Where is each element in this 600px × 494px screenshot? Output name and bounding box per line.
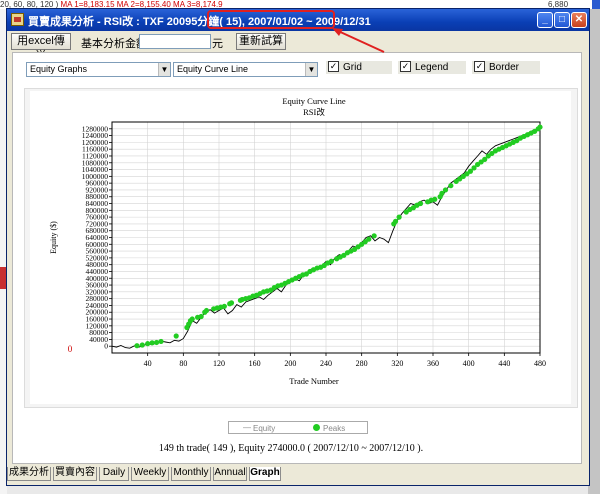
tab-graph[interactable]: Graph: [249, 467, 281, 481]
graph-type-select[interactable]: Equity Graphs ▼: [26, 62, 171, 77]
x-tick-label: 280: [356, 359, 368, 368]
graph-canvas: 0 40000 80000 120000 160000 200000 240000 28000…: [30, 91, 571, 404]
currency-unit-label: 元: [212, 38, 223, 50]
minimize-button[interactable]: _: [537, 12, 553, 28]
legend-equity-line-icon: —: [243, 423, 251, 432]
grid-checkbox[interactable]: ✓ Grid: [326, 61, 392, 74]
peak-point: [228, 300, 235, 306]
peak-point: [198, 313, 204, 320]
border-checkbox-label: Border: [489, 62, 520, 73]
chart-title: Equity Curve Line: [282, 96, 345, 106]
peak-point: [189, 316, 195, 322]
tab-weekly[interactable]: Weekly: [131, 467, 169, 481]
recalculate-button[interactable]: 重新試算: [236, 33, 286, 50]
chevron-down-icon: ▼: [158, 63, 170, 76]
chevron-down-icon: ▼: [305, 63, 317, 76]
excel-export-button[interactable]: 用excel傳送: [11, 33, 71, 62]
grid-checkbox-box[interactable]: ✓: [328, 61, 339, 73]
title-bar[interactable]: 買賣成果分析 - RSI改 : TXF 20095分鐘( 15), 2007/0…: [7, 9, 589, 31]
tab-results[interactable]: 成果分析: [7, 467, 51, 481]
legend-checkbox[interactable]: ✓ Legend: [398, 61, 466, 74]
peak-point: [328, 258, 334, 264]
peak-point: [139, 342, 145, 348]
peak-point: [145, 341, 151, 347]
border-checkbox-box[interactable]: ✓: [474, 61, 485, 73]
x-tick-label: 400: [463, 359, 475, 368]
x-tick-label: 240: [320, 359, 332, 368]
chart-legend: — Equity Peaks: [228, 421, 368, 434]
peak-point: [221, 303, 227, 309]
close-button[interactable]: ✕: [571, 12, 587, 28]
y-tick-label: 1280000: [82, 124, 109, 133]
date-range-highlight: [207, 10, 335, 29]
peak-point: [396, 214, 402, 220]
x-tick-label: 40: [144, 359, 152, 368]
tab-daily[interactable]: Daily: [99, 467, 129, 481]
peak-point: [417, 200, 424, 207]
equity-chart: 0400008000012000016000020000024000028000…: [49, 96, 546, 386]
graph-subtype-select[interactable]: Equity Curve Line ▼: [173, 62, 318, 77]
tab-monthly[interactable]: Monthly: [171, 467, 211, 481]
x-tick-label: 160: [249, 359, 261, 368]
peak-point: [371, 233, 377, 239]
graph-type-value: Equity Graphs: [30, 64, 88, 74]
chart-subtitle: RSI改: [303, 107, 325, 117]
graph-subtype-value: Equity Curve Line: [177, 64, 249, 74]
x-tick-label: 120: [213, 359, 225, 368]
y-axis-label: Equity ($): [49, 221, 58, 254]
x-axis-label: Trade Number: [289, 376, 339, 386]
peak-point: [537, 124, 543, 130]
peak-point: [366, 236, 372, 242]
tab-annual[interactable]: Annual: [213, 467, 247, 481]
x-tick-label: 80: [179, 359, 187, 368]
peak-point: [442, 187, 449, 193]
x-tick-label: 200: [284, 359, 296, 368]
legend-checkbox-label: Legend: [415, 62, 449, 73]
peak-point: [134, 343, 140, 349]
x-tick-label: 440: [498, 359, 510, 368]
background-corner: [592, 0, 600, 9]
peak-point: [153, 339, 160, 346]
peak-point: [158, 338, 164, 345]
peak-point: [392, 218, 399, 224]
peak-point: [203, 307, 210, 314]
x-tick-label: 360: [427, 359, 439, 368]
capital-label: 基本分析金額: [81, 38, 147, 50]
app-icon: [11, 13, 24, 26]
peak-point: [149, 340, 155, 346]
peak-point: [448, 183, 454, 189]
legend-equity-label: Equity: [253, 424, 276, 433]
zero-marker: 0: [68, 344, 73, 354]
window-title-prefix: 買賣成果分析 - RSI改 : TXF 20095分鐘( 1: [28, 16, 233, 28]
status-line: 149 th trade( 149 ), Equity 274000.0 ( 2…: [158, 443, 424, 454]
capital-input[interactable]: [139, 34, 211, 49]
x-tick-label: 320: [391, 359, 403, 368]
grid-checkbox-label: Grid: [343, 62, 362, 73]
legend-peaks-label: Peaks: [323, 424, 346, 433]
toolbar: 用excel傳送 基本分析金額 元 重新試算: [7, 31, 589, 62]
maximize-button[interactable]: □: [554, 12, 570, 28]
legend-peak-dot-icon: [313, 424, 320, 431]
peak-point: [173, 333, 179, 339]
x-tick-label: 480: [534, 359, 546, 368]
legend-checkbox-box[interactable]: ✓: [400, 61, 411, 73]
border-checkbox[interactable]: ✓ Border: [472, 61, 540, 74]
tab-trades[interactable]: 買賣內容: [53, 467, 97, 481]
peak-point: [432, 196, 438, 202]
